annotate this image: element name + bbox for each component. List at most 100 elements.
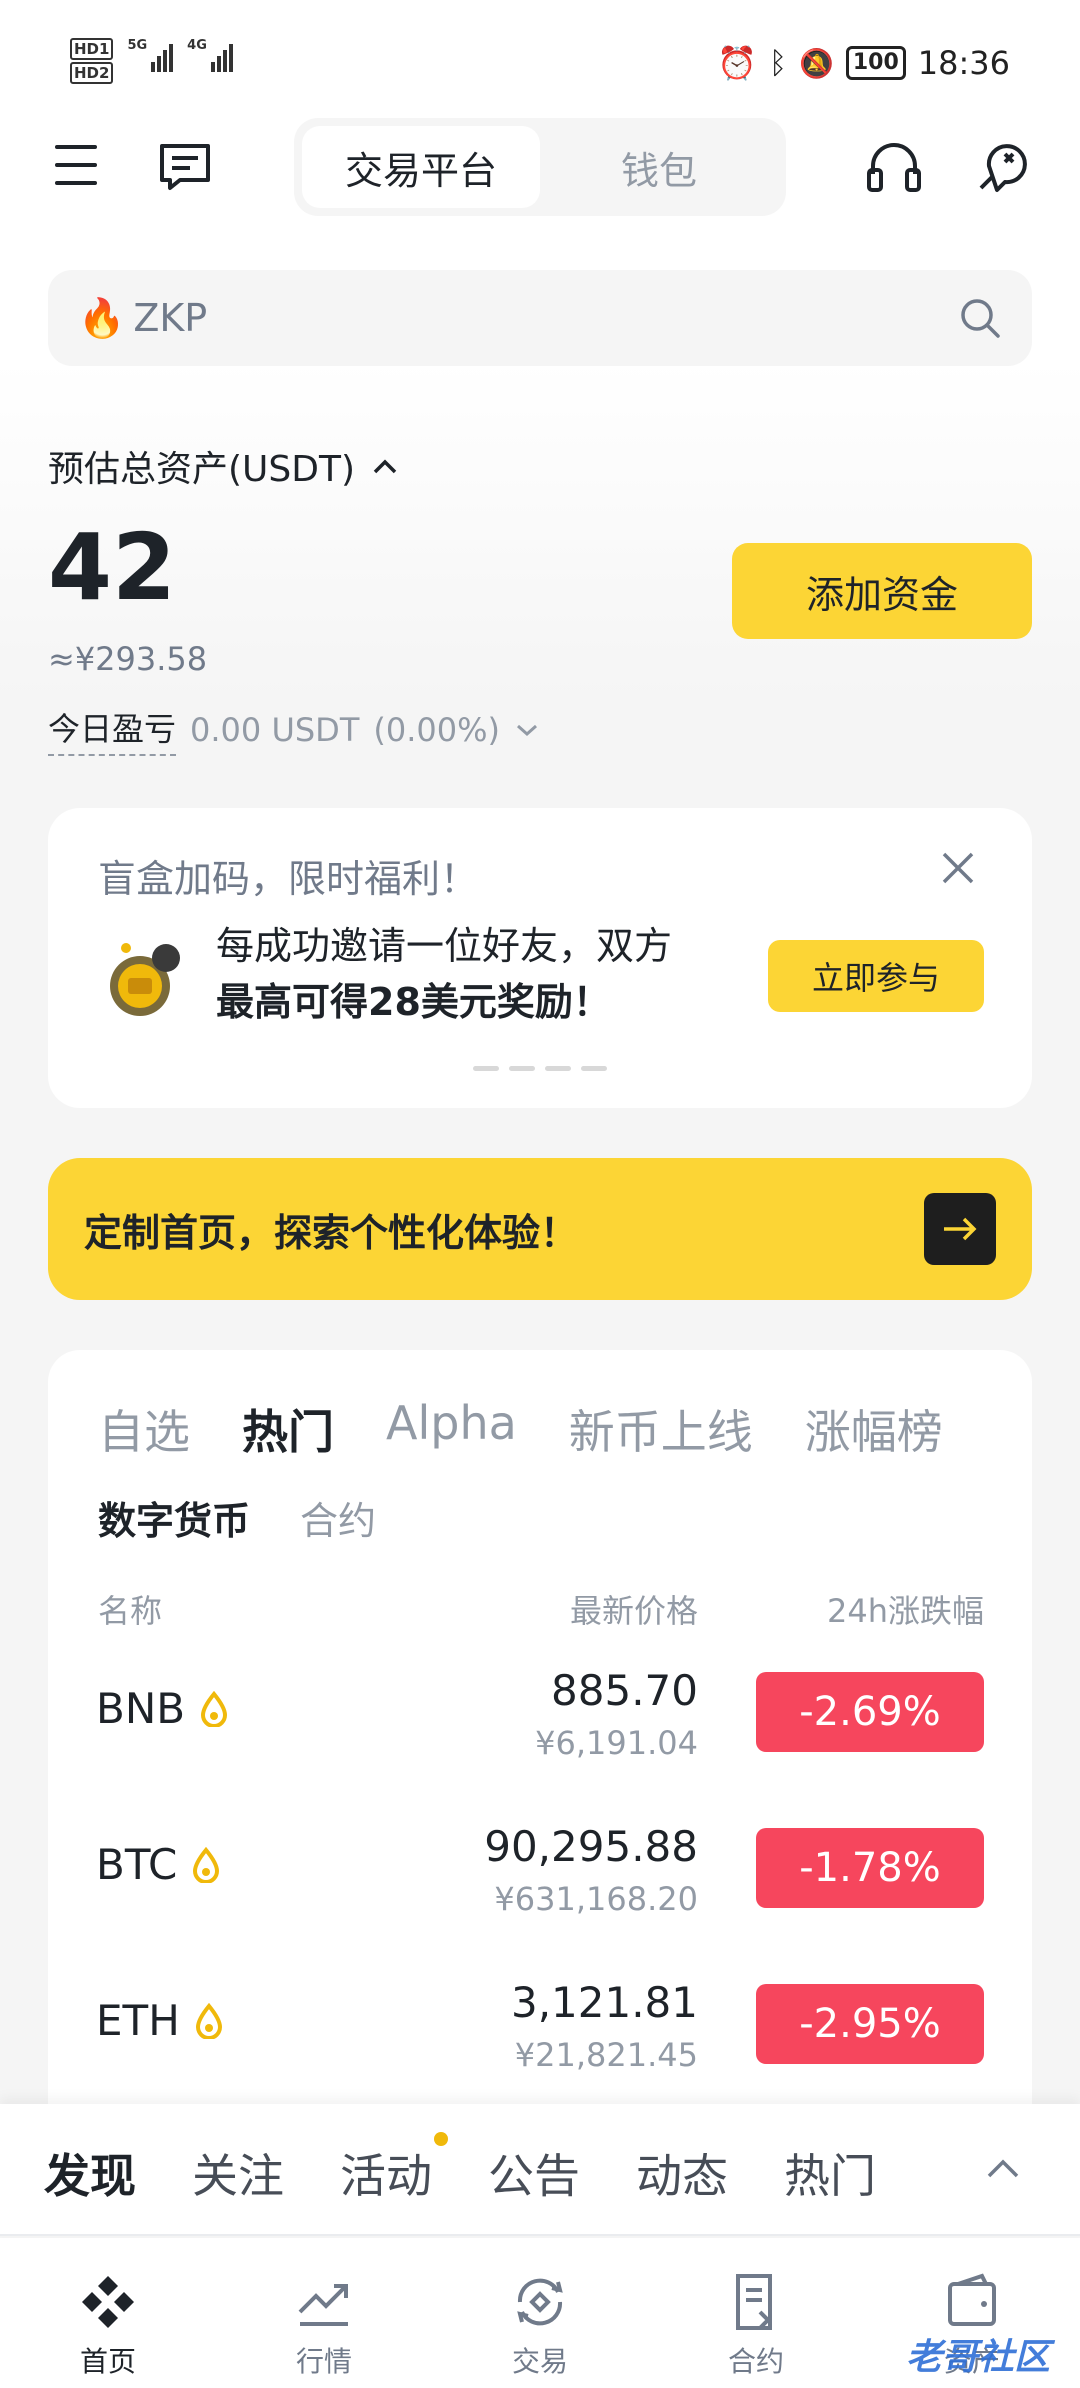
join-now-button[interactable]: 立即参与 xyxy=(768,940,984,1012)
today-pnl[interactable]: 今日盈亏 0.00 USDT (0.00%) xyxy=(48,704,540,756)
coin-price-cny: ¥6,191.04 xyxy=(535,1724,698,1762)
tab-wallet[interactable]: 钱包 xyxy=(540,126,778,208)
network-indicators: HD1 HD2 5G 4G xyxy=(70,38,233,84)
net1-label: 5G xyxy=(127,38,148,53)
tab-alpha[interactable]: Alpha xyxy=(386,1396,517,1462)
signal-icon-2: 4G xyxy=(187,38,233,72)
flame-icon xyxy=(193,1846,220,1883)
col-header-price[interactable]: 最新价格 xyxy=(570,1586,698,1632)
coin-price: 3,121.81 xyxy=(510,1978,698,2027)
nav-futures-label: 合约 xyxy=(727,2345,784,2378)
coin-name: ETH xyxy=(96,1996,224,2045)
headset-icon[interactable] xyxy=(865,138,923,194)
status-bar: HD1 HD2 5G 4G ⏰ ᛒ 🔕 100 18:36 xyxy=(0,0,1080,110)
change-badge[interactable]: -2.69% xyxy=(756,1672,984,1752)
futures-icon xyxy=(736,2274,772,2330)
feed-tab-announcements[interactable]: 公告 xyxy=(488,2140,580,2206)
change-badge[interactable]: -1.78% xyxy=(756,1828,984,1908)
nav-home[interactable]: 首页 xyxy=(0,2238,216,2388)
tab-hot[interactable]: 热门 xyxy=(242,1396,334,1462)
search-icon[interactable] xyxy=(958,296,1002,340)
market-tabs: 自选 热门 Alpha 新币上线 涨幅榜 xyxy=(98,1396,943,1462)
pnl-value: 0.00 USDT xyxy=(190,711,360,749)
feed-tab-updates[interactable]: 动态 xyxy=(636,2140,728,2206)
mute-icon: 🔕 xyxy=(798,46,834,80)
search-bar[interactable]: 🔥 ZKP xyxy=(48,270,1032,366)
carousel-dots xyxy=(473,1066,607,1071)
promo-card: 盲盒加码，限时福利！ 每成功邀请一位好友，双方 最高可得28美元奖励！ 立即参与 xyxy=(48,808,1032,1108)
system-indicators: ⏰ ᛒ 🔕 100 18:36 xyxy=(717,44,1010,82)
time: 18:36 xyxy=(917,44,1010,82)
nav-trade[interactable]: 交易 xyxy=(432,2238,648,2388)
assets-label-text: 预估总资产(USDT) xyxy=(48,449,356,490)
table-row[interactable]: BNB 885.70 ¥6,191.04 -2.69% xyxy=(48,1656,1032,1812)
flame-icon xyxy=(201,1690,228,1727)
fire-icon: 🔥 xyxy=(78,295,126,340)
hd2-label: HD2 xyxy=(70,62,114,84)
chevron-up-icon[interactable] xyxy=(985,2156,1021,2180)
hd-indicator: HD1 HD2 xyxy=(70,38,114,84)
feed-tab-discover[interactable]: 发现 xyxy=(44,2140,136,2206)
wallet-icon xyxy=(948,2273,996,2326)
feed-tab-events[interactable]: 活动 xyxy=(340,2132,448,2206)
customize-home-banner[interactable]: 定制首页，探索个性化体验！ xyxy=(48,1158,1032,1300)
market-subtabs: 数字货币 合约 xyxy=(98,1490,376,1545)
menu-icon[interactable] xyxy=(55,145,97,185)
support-icon[interactable] xyxy=(975,136,1033,194)
arrow-right-button[interactable] xyxy=(924,1193,996,1265)
tab-new-listings[interactable]: 新币上线 xyxy=(569,1396,753,1462)
subtab-futures[interactable]: 合约 xyxy=(300,1490,376,1545)
col-header-name: 名称 xyxy=(98,1592,163,1630)
balance-cny: ≈¥293.58 xyxy=(48,640,208,678)
home-icon xyxy=(82,2276,134,2328)
coin-price-cny: ¥631,168.20 xyxy=(494,1880,698,1918)
nav-markets-label: 行情 xyxy=(295,2345,352,2378)
subtab-crypto[interactable]: 数字货币 xyxy=(98,1490,250,1545)
pnl-label: 今日盈亏 xyxy=(48,704,177,756)
coin-symbol: ETH xyxy=(96,1996,180,2045)
trade-icon xyxy=(517,2278,563,2326)
table-row[interactable]: ETH 3,121.81 ¥21,821.45 -2.95% xyxy=(48,1968,1032,2124)
hd1-label: HD1 xyxy=(70,38,114,60)
coin-name: BNB xyxy=(96,1684,229,1733)
promo-text-line1: 每成功邀请一位好友，双方 xyxy=(216,924,673,968)
nav-markets[interactable]: 行情 xyxy=(216,2238,432,2388)
message-icon[interactable] xyxy=(158,142,212,192)
promo-text-line2: 最高可得28美元奖励！ xyxy=(216,980,611,1024)
add-funds-button[interactable]: 添加资金 xyxy=(732,543,1032,639)
chevron-down-icon xyxy=(516,724,537,737)
feed-tab-bar: 发现 关注 活动 公告 动态 热门 xyxy=(0,2104,1080,2236)
col-header-change[interactable]: 24h涨跌幅 xyxy=(827,1586,984,1632)
search-input[interactable]: ZKP xyxy=(133,296,958,340)
tab-gainers[interactable]: 涨幅榜 xyxy=(805,1396,943,1462)
nav-futures[interactable]: 合约 xyxy=(648,2238,864,2388)
notification-dot xyxy=(434,2132,448,2146)
feed-tab-trending[interactable]: 热门 xyxy=(784,2140,876,2206)
feed-tabs: 发现 关注 活动 公告 动态 热门 xyxy=(44,2132,876,2206)
total-balance: 42 xyxy=(48,514,177,621)
alarm-icon: ⏰ xyxy=(717,44,757,82)
watermark-logo: 老哥社区 xyxy=(905,2337,1050,2378)
coin-symbol: BNB xyxy=(96,1684,186,1733)
pnl-percent: (0.00%) xyxy=(373,711,500,749)
mode-switch: 交易平台 钱包 xyxy=(294,118,786,216)
markets-icon xyxy=(298,2284,348,2326)
chevron-up-icon xyxy=(373,459,397,474)
tab-favorites[interactable]: 自选 xyxy=(98,1396,190,1462)
feed-tab-events-label: 活动 xyxy=(340,2149,432,2203)
estimated-assets-label[interactable]: 预估总资产(USDT) xyxy=(48,440,399,492)
change-badge[interactable]: -2.95% xyxy=(756,1984,984,2064)
close-icon[interactable] xyxy=(938,848,978,888)
feed-tab-following[interactable]: 关注 xyxy=(192,2140,284,2206)
promo-title: 盲盒加码，限时福利！ xyxy=(98,857,479,901)
arrow-right-icon xyxy=(944,1217,977,1241)
coin-price: 90,295.88 xyxy=(484,1822,698,1871)
bluetooth-icon: ᛒ xyxy=(768,45,787,81)
coin-symbol: BTC xyxy=(96,1840,178,1889)
market-card: 自选 热门 Alpha 新币上线 涨幅榜 数字货币 合约 名称 最新价格 24h… xyxy=(48,1350,1032,2110)
promo-text: 每成功邀请一位好友，双方 最高可得28美元奖励！ xyxy=(216,918,746,1030)
coin-name: BTC xyxy=(96,1840,221,1889)
tab-exchange[interactable]: 交易平台 xyxy=(302,126,540,208)
table-row[interactable]: BTC 90,295.88 ¥631,168.20 -1.78% xyxy=(48,1812,1032,1968)
gift-badge-icon xyxy=(110,943,180,1016)
